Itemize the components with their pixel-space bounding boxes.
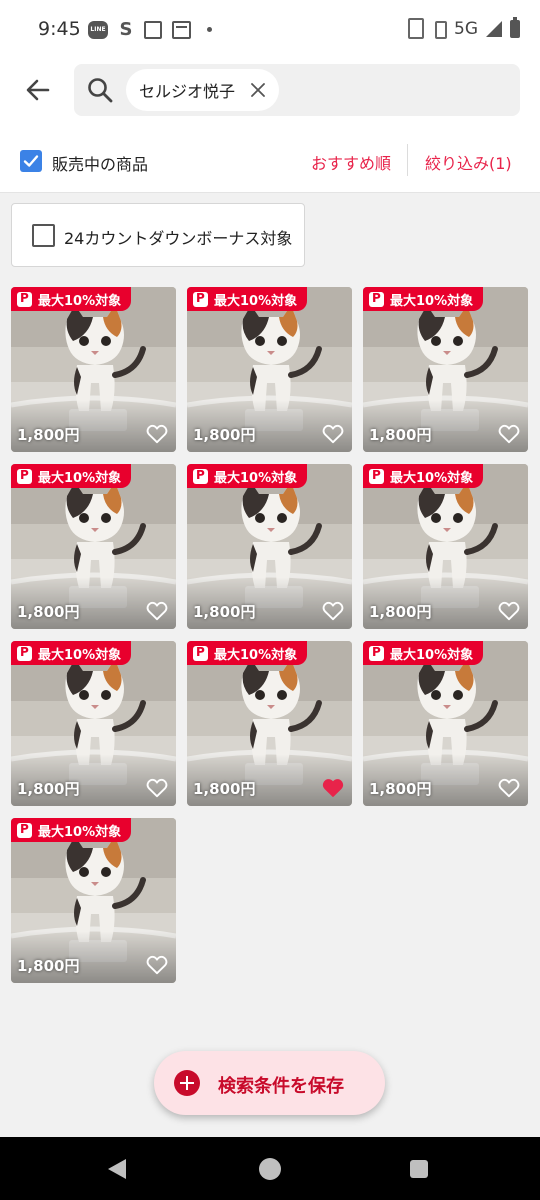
badge-label: 最大10%対象 <box>38 293 122 309</box>
points-badge: 最大10%対象 <box>11 641 132 665</box>
close-icon[interactable] <box>249 81 267 99</box>
paypay-icon <box>193 291 208 307</box>
recents-square-icon[interactable] <box>410 1160 428 1178</box>
badge-label: 最大10%対象 <box>214 293 298 309</box>
search-icon <box>88 78 113 103</box>
dot-icon <box>207 27 212 32</box>
filter-divider <box>407 144 408 176</box>
points-badge: 最大10%対象 <box>363 287 484 311</box>
paypay-icon <box>17 822 32 838</box>
product-tile[interactable]: 最大10%対象 1,800円 <box>11 464 176 629</box>
badge-label: 最大10%対象 <box>38 824 122 840</box>
paypay-icon <box>369 468 384 484</box>
favorite-heart-icon[interactable] <box>498 778 520 798</box>
product-tile[interactable]: 最大10%対象 1,800円 <box>11 641 176 806</box>
home-circle-icon[interactable] <box>259 1158 281 1180</box>
countdown-bonus-toggle[interactable]: 24カウントダウンボーナス対象 <box>11 203 305 267</box>
network-type: 5G <box>454 18 478 39</box>
line-icon: LINE <box>88 20 108 39</box>
signal-icon <box>486 20 502 37</box>
badge-label: 最大10%対象 <box>390 293 474 309</box>
system-icons: 5G <box>408 16 520 39</box>
points-badge: 最大10%対象 <box>11 818 132 842</box>
product-tile[interactable]: 最大10%対象 1,800円 <box>363 464 528 629</box>
paypay-icon <box>17 291 32 307</box>
paypay-icon <box>17 468 32 484</box>
arrow-left-icon <box>26 79 50 101</box>
query-chip-label: セルジオ悦子 <box>139 82 236 101</box>
battery-icon <box>510 16 520 38</box>
product-tile[interactable]: 最大10%対象 1,800円 <box>363 287 528 452</box>
save-search-button[interactable]: 検索条件を保存 <box>154 1051 385 1115</box>
badge-label: 最大10%対象 <box>390 647 474 663</box>
s-icon: S <box>119 19 133 40</box>
product-price: 1,800円 <box>193 780 256 798</box>
paypay-icon <box>17 645 32 661</box>
favorite-heart-icon[interactable] <box>146 778 168 798</box>
points-badge: 最大10%対象 <box>187 641 308 665</box>
search-header: セルジオ悦子 <box>0 60 540 126</box>
product-price: 1,800円 <box>193 426 256 444</box>
status-bar: 9:45 LINE S 5G <box>0 0 540 60</box>
query-chip[interactable]: セルジオ悦子 <box>126 69 280 111</box>
points-badge: 最大10%対象 <box>363 641 484 665</box>
badge-label: 最大10%対象 <box>214 470 298 486</box>
favorite-heart-icon[interactable] <box>146 601 168 621</box>
notification-icons: LINE S <box>88 19 212 40</box>
product-tile[interactable]: 最大10%対象 1,800円 <box>187 287 352 452</box>
on-sale-label[interactable]: 販売中の商品 <box>52 151 148 175</box>
badge-label: 最大10%対象 <box>214 647 298 663</box>
vibrate-icon <box>432 20 447 39</box>
system-nav-bar <box>0 1137 540 1200</box>
product-price: 1,800円 <box>369 426 432 444</box>
points-badge: 最大10%対象 <box>187 287 308 311</box>
sort-button[interactable]: おすすめ順 <box>311 150 391 174</box>
points-badge: 最大10%対象 <box>11 287 132 311</box>
refine-button[interactable]: 絞り込み(1) <box>425 150 512 174</box>
news-icon <box>172 20 191 39</box>
points-badge: 最大10%対象 <box>363 464 484 488</box>
product-price: 1,800円 <box>17 603 80 621</box>
favorite-heart-icon[interactable] <box>146 955 168 975</box>
favorite-heart-icon[interactable] <box>498 601 520 621</box>
paypay-icon <box>193 468 208 484</box>
badge-label: 最大10%対象 <box>38 470 122 486</box>
search-input[interactable]: セルジオ悦子 <box>74 64 520 116</box>
points-badge: 最大10%対象 <box>187 464 308 488</box>
square-icon <box>144 20 162 39</box>
product-price: 1,800円 <box>369 780 432 798</box>
checkmark-icon <box>23 155 39 167</box>
back-triangle-icon[interactable] <box>108 1159 126 1179</box>
on-sale-checkbox[interactable] <box>20 150 42 172</box>
product-price: 1,800円 <box>17 957 80 975</box>
points-badge: 最大10%対象 <box>11 464 132 488</box>
bonus-label: 24カウントダウンボーナス対象 <box>64 229 293 248</box>
product-tile[interactable]: 最大10%対象 1,800円 <box>11 818 176 983</box>
paypay-icon <box>369 645 384 661</box>
product-price: 1,800円 <box>17 780 80 798</box>
product-tile[interactable]: 最大10%対象 1,800円 <box>11 287 176 452</box>
product-tile[interactable]: 最大10%対象 1,800円 <box>363 641 528 806</box>
product-price: 1,800円 <box>193 603 256 621</box>
badge-label: 最大10%対象 <box>390 470 474 486</box>
product-tile[interactable]: 最大10%対象 1,800円 <box>187 464 352 629</box>
favorite-heart-icon[interactable] <box>498 424 520 444</box>
paypay-icon <box>193 645 208 661</box>
product-tile[interactable]: 最大10%対象 1,800円 <box>187 641 352 806</box>
save-search-label: 検索条件を保存 <box>218 1076 344 1097</box>
badge-label: 最大10%対象 <box>38 647 122 663</box>
favorite-heart-icon[interactable] <box>322 601 344 621</box>
paypay-icon <box>369 291 384 307</box>
filter-bar: 販売中の商品 おすすめ順 絞り込み(1) <box>0 126 540 193</box>
product-price: 1,800円 <box>17 426 80 444</box>
plus-circle-icon <box>174 1070 200 1096</box>
nfc-icon <box>408 18 424 39</box>
product-price: 1,800円 <box>369 603 432 621</box>
favorite-heart-icon[interactable] <box>322 778 344 798</box>
favorite-heart-icon[interactable] <box>146 424 168 444</box>
favorite-heart-icon[interactable] <box>322 424 344 444</box>
status-time: 9:45 <box>38 18 81 40</box>
back-button[interactable] <box>22 74 54 106</box>
bonus-checkbox[interactable] <box>32 224 55 247</box>
